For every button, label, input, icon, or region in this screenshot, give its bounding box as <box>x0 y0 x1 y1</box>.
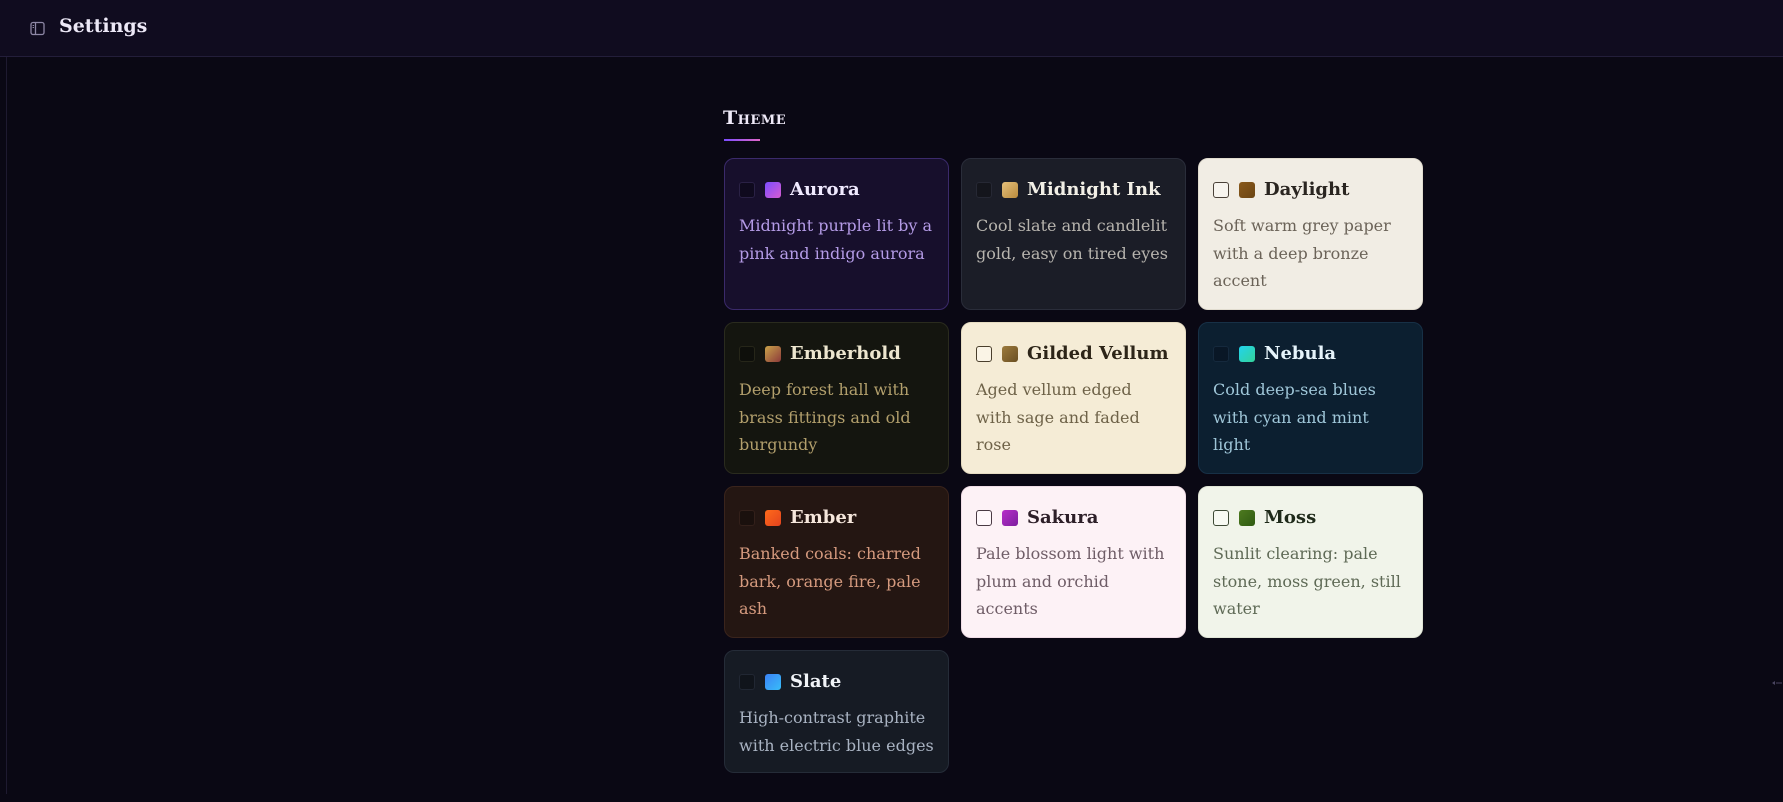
theme-name: Midnight Ink <box>1027 179 1161 200</box>
sidebar-toggle-icon <box>29 21 45 35</box>
theme-card-aurora[interactable]: Aurora Midnight purple lit by a pink and… <box>724 158 949 310</box>
theme-section-heading: Theme <box>723 107 787 129</box>
theme-description: Banked coals: charred bark, orange fire,… <box>739 544 921 618</box>
theme-card-gilded-vellum[interactable]: Gilded Vellum Aged vellum edged with sag… <box>961 322 1186 474</box>
theme-checkbox[interactable] <box>739 674 755 690</box>
theme-name: Nebula <box>1264 343 1337 364</box>
theme-checkbox[interactable] <box>976 510 992 526</box>
theme-card-ember[interactable]: Ember Banked coals: charred bark, orange… <box>724 486 949 638</box>
theme-card-slate[interactable]: Slate High-contrast graphite with electr… <box>724 650 949 773</box>
theme-card-moss[interactable]: Moss Sunlit clearing: pale stone, moss g… <box>1198 486 1423 638</box>
theme-card-header: Emberhold <box>739 342 934 366</box>
theme-description: Pale blossom light with plum and orchid … <box>976 544 1165 618</box>
theme-description: Cold deep-sea blues with cyan and mint l… <box>1213 380 1376 454</box>
theme-checkbox[interactable] <box>976 346 992 362</box>
theme-card-header: Sakura <box>976 506 1171 530</box>
page-title: Settings <box>59 15 148 37</box>
theme-description: Sunlit clearing: pale stone, moss green,… <box>1213 544 1401 618</box>
theme-card-header: Midnight Ink <box>976 178 1171 202</box>
theme-name: Ember <box>790 507 857 528</box>
theme-swatch-icon <box>765 510 781 526</box>
theme-checkbox[interactable] <box>1213 346 1229 362</box>
resize-handle-icon <box>1772 681 1782 685</box>
theme-description: Aged vellum edged with sage and faded ro… <box>976 380 1140 454</box>
sidebar-toggle-button[interactable] <box>27 18 47 38</box>
theme-card-header: Moss <box>1213 506 1408 530</box>
theme-swatch-icon <box>1239 510 1255 526</box>
theme-name: Aurora <box>790 179 860 200</box>
theme-name: Moss <box>1264 507 1317 528</box>
left-rail <box>0 0 7 794</box>
theme-description: Deep forest hall with brass fittings and… <box>739 380 911 454</box>
theme-card-header: Daylight <box>1213 178 1408 202</box>
theme-card-nebula[interactable]: Nebula Cold deep-sea blues with cyan and… <box>1198 322 1423 474</box>
theme-checkbox[interactable] <box>976 182 992 198</box>
theme-swatch-icon <box>765 346 781 362</box>
theme-card-header: Nebula <box>1213 342 1408 366</box>
theme-name: Daylight <box>1264 179 1350 200</box>
theme-name: Slate <box>790 671 842 692</box>
theme-swatch-icon <box>765 674 781 690</box>
theme-swatch-icon <box>765 182 781 198</box>
theme-name: Sakura <box>1027 507 1099 528</box>
theme-description: High-contrast graphite with electric blu… <box>739 708 934 755</box>
theme-grid: Aurora Midnight purple lit by a pink and… <box>724 158 1424 802</box>
theme-swatch-icon <box>1002 510 1018 526</box>
theme-card-sakura[interactable]: Sakura Pale blossom light with plum and … <box>961 486 1186 638</box>
theme-card-header: Slate <box>739 670 934 694</box>
theme-description: Midnight purple lit by a pink and indigo… <box>739 216 932 263</box>
theme-checkbox[interactable] <box>739 182 755 198</box>
theme-card-header: Aurora <box>739 178 934 202</box>
theme-checkbox[interactable] <box>1213 182 1229 198</box>
theme-card-header: Ember <box>739 506 934 530</box>
theme-card-emberhold[interactable]: Emberhold Deep forest hall with brass fi… <box>724 322 949 474</box>
theme-name: Emberhold <box>790 343 901 364</box>
theme-description: Soft warm grey paper with a deep bronze … <box>1213 216 1391 290</box>
theme-card-daylight[interactable]: Daylight Soft warm grey paper with a dee… <box>1198 158 1423 310</box>
theme-card-midnight-ink[interactable]: Midnight Ink Cool slate and candlelit go… <box>961 158 1186 310</box>
scroll-handle[interactable] <box>1771 680 1783 688</box>
section-heading-underline <box>724 139 760 141</box>
theme-checkbox[interactable] <box>739 510 755 526</box>
theme-checkbox[interactable] <box>1213 510 1229 526</box>
top-bar: Settings <box>0 0 1783 57</box>
theme-swatch-icon <box>1239 182 1255 198</box>
theme-swatch-icon <box>1002 346 1018 362</box>
theme-swatch-icon <box>1002 182 1018 198</box>
theme-name: Gilded Vellum <box>1027 343 1169 364</box>
theme-description: Cool slate and candlelit gold, easy on t… <box>976 216 1168 263</box>
theme-checkbox[interactable] <box>739 346 755 362</box>
theme-swatch-icon <box>1239 346 1255 362</box>
theme-card-header: Gilded Vellum <box>976 342 1171 366</box>
